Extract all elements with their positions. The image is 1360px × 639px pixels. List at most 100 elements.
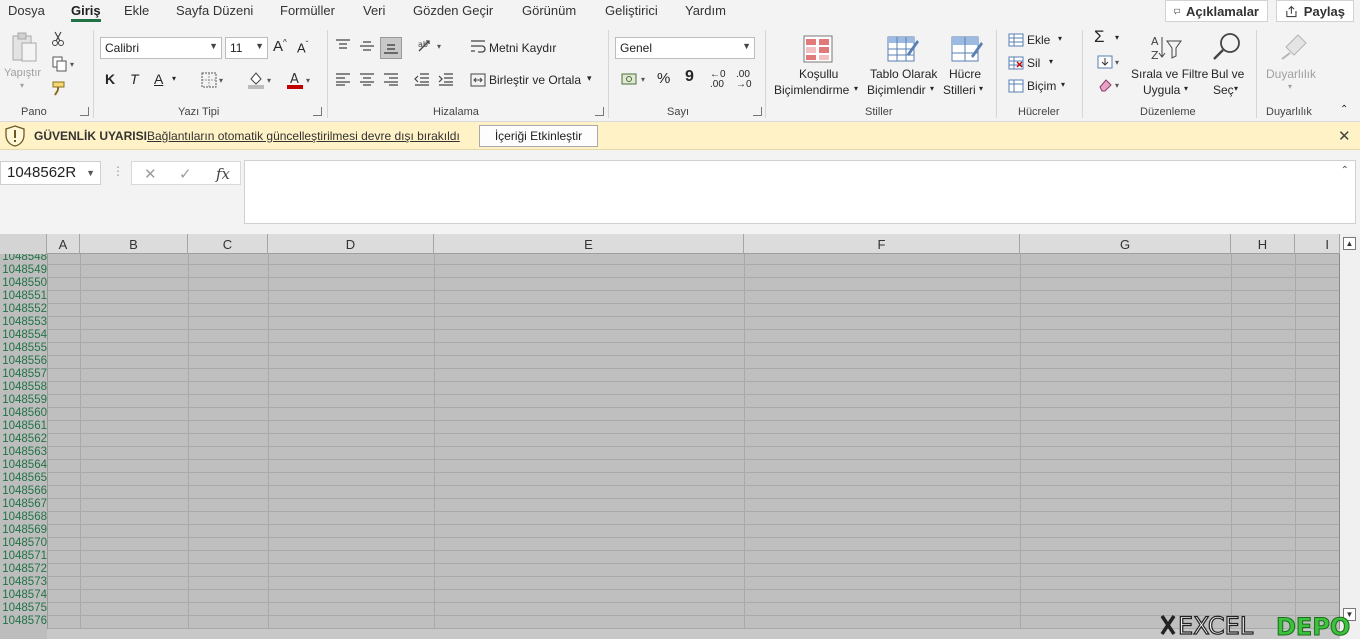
tab-sayfa-duzeni[interactable]: Sayfa Düzeni <box>176 3 253 18</box>
column-header-i[interactable]: I <box>1295 234 1340 254</box>
row-header[interactable]: 1048561 <box>2 420 47 433</box>
insert-cells-icon[interactable] <box>1007 32 1025 48</box>
underline-chevron-down-icon[interactable]: ▾ <box>172 74 176 83</box>
row-header[interactable]: 1048574 <box>2 589 47 602</box>
font-color-icon[interactable]: A ▾ <box>281 69 315 91</box>
conditional-formatting-label-1[interactable]: Koşullu <box>799 67 838 81</box>
merge-center-label[interactable]: Birleştir ve Ortala <box>489 73 581 87</box>
row-header[interactable]: 1048557 <box>2 368 47 381</box>
insert-cells-label[interactable]: Ekle <box>1027 33 1050 47</box>
row-header[interactable]: 1048572 <box>2 563 47 576</box>
enable-content-button[interactable]: İçeriği Etkinleştir <box>479 125 598 147</box>
format-cells-icon[interactable] <box>1007 78 1025 94</box>
increase-decimal-icon[interactable]: ←0.00 <box>710 70 726 90</box>
font-size-select[interactable]: 11 ▼ <box>225 37 268 59</box>
row-header[interactable]: 1048559 <box>2 394 47 407</box>
sort-filter-label-1[interactable]: Sırala ve Filtre <box>1131 67 1208 81</box>
alignment-dialog-launcher-icon[interactable] <box>595 107 604 116</box>
tab-dosya[interactable]: Dosya <box>8 3 45 18</box>
sort-chevron-down-icon[interactable]: ▾ <box>1184 84 1188 93</box>
row-header[interactable]: 1048575 <box>2 602 47 615</box>
row-header[interactable]: 1048549 <box>2 264 47 277</box>
merge-center-icon[interactable] <box>469 71 487 89</box>
conditional-chevron-down-icon[interactable]: ▾ <box>854 84 858 93</box>
orientation-icon[interactable]: ab ▾ <box>413 37 445 55</box>
increase-indent-icon[interactable] <box>437 70 455 88</box>
column-header-h[interactable]: H <box>1231 234 1295 254</box>
tab-formuller[interactable]: Formüller <box>280 3 335 18</box>
tab-veri[interactable]: Veri <box>363 3 385 18</box>
tab-yardim[interactable]: Yardım <box>685 3 726 18</box>
column-header-g[interactable]: G <box>1020 234 1231 254</box>
format-painter-icon[interactable] <box>50 79 68 97</box>
find-select-icon[interactable] <box>1210 30 1244 64</box>
autosum-icon[interactable]: Σ <box>1094 27 1105 47</box>
format-as-table-label-2[interactable]: Biçimlendir <box>867 83 926 97</box>
wrap-text-icon[interactable] <box>469 38 487 56</box>
conditional-formatting-label-2[interactable]: Biçimlendirme <box>774 83 849 97</box>
cell-styles-label-2[interactable]: Stilleri <box>943 83 976 97</box>
cell-area[interactable] <box>47 254 1340 629</box>
align-top-icon[interactable] <box>334 37 352 55</box>
row-header[interactable]: 1048563 <box>2 446 47 459</box>
sort-filter-icon[interactable]: AZ <box>1148 32 1184 64</box>
underline-button[interactable]: A <box>154 71 163 87</box>
insert-function-icon[interactable]: fx <box>216 165 230 183</box>
conditional-formatting-icon[interactable] <box>802 33 834 65</box>
column-header-c[interactable]: C <box>188 234 268 254</box>
cell-styles-icon[interactable] <box>950 33 984 65</box>
row-header[interactable]: 1048576 <box>2 615 47 628</box>
tab-gelistirici[interactable]: Geliştirici <box>605 3 658 18</box>
tab-gorunum[interactable]: Görünüm <box>522 3 576 18</box>
find-chevron-down-icon[interactable]: ▾ <box>1234 84 1238 93</box>
column-header-b[interactable]: B <box>80 234 188 254</box>
pano-dialog-launcher-icon[interactable] <box>80 107 89 116</box>
fill-color-icon[interactable]: ▾ <box>242 69 276 91</box>
collapse-formula-bar-icon[interactable]: ⌃ <box>1341 165 1349 176</box>
tab-ekle[interactable]: Ekle <box>124 3 149 18</box>
merge-chevron-down-icon[interactable]: ▾ <box>587 73 592 84</box>
find-select-label-2[interactable]: Seç <box>1213 83 1234 97</box>
row-header[interactable]: 1048570 <box>2 537 47 550</box>
font-dialog-launcher-icon[interactable] <box>313 107 322 116</box>
row-header[interactable]: 1048554 <box>2 329 47 342</box>
tab-gozden-gecir[interactable]: Gözden Geçir <box>413 3 493 18</box>
format-as-table-icon[interactable] <box>886 33 920 65</box>
row-header[interactable]: 1048573 <box>2 576 47 589</box>
align-right-icon[interactable] <box>382 70 400 88</box>
column-header-e[interactable]: E <box>434 234 744 254</box>
clear-icon[interactable]: ▾ <box>1093 77 1123 93</box>
row-header[interactable]: 1048560 <box>2 407 47 420</box>
row-header[interactable]: 1048564 <box>2 459 47 472</box>
column-header-f[interactable]: F <box>744 234 1020 254</box>
cut-icon[interactable] <box>50 30 66 48</box>
collapse-ribbon-icon[interactable]: ⌃ <box>1340 104 1348 115</box>
number-format-select[interactable]: Genel ▼ <box>615 37 755 59</box>
enter-check-icon[interactable]: ✓ <box>179 165 192 183</box>
format-as-table-label-1[interactable]: Tablo Olarak <box>870 67 937 81</box>
borders-icon[interactable]: ▾ <box>196 71 228 89</box>
table-chevron-down-icon[interactable]: ▾ <box>930 84 934 93</box>
insert-chevron-down-icon[interactable]: ▾ <box>1058 34 1062 43</box>
delete-cells-icon[interactable] <box>1007 55 1025 71</box>
cell-styles-chevron-down-icon[interactable]: ▾ <box>979 84 983 93</box>
cell-styles-label-1[interactable]: Hücre <box>949 67 981 81</box>
accounting-format-icon[interactable]: ▾ <box>617 70 649 88</box>
name-box[interactable]: 1048562R ▼ <box>0 161 101 185</box>
italic-button[interactable]: T <box>130 71 139 87</box>
decrease-decimal-icon[interactable]: .00 →0 <box>736 70 752 90</box>
column-header-a[interactable]: A <box>47 234 80 254</box>
row-header[interactable]: 1048569 <box>2 524 47 537</box>
security-warning-message[interactable]: Bağlantıların otomatik güncelleştirilmes… <box>147 129 460 143</box>
align-left-icon[interactable] <box>334 70 352 88</box>
scroll-up-icon[interactable]: ▲ <box>1343 237 1356 250</box>
comma-style-icon[interactable]: 9 <box>685 68 694 86</box>
cancel-icon[interactable]: ✕ <box>144 165 157 183</box>
row-header[interactable]: 1048555 <box>2 342 47 355</box>
tab-giris[interactable]: Giriş <box>71 3 101 22</box>
fill-icon[interactable]: ▾ <box>1093 54 1123 70</box>
percent-style-icon[interactable]: % <box>657 70 670 87</box>
row-header[interactable]: 1048548 <box>2 254 47 264</box>
increase-font-size-icon[interactable]: A^ <box>273 38 287 55</box>
format-cells-label[interactable]: Biçim <box>1027 79 1056 93</box>
